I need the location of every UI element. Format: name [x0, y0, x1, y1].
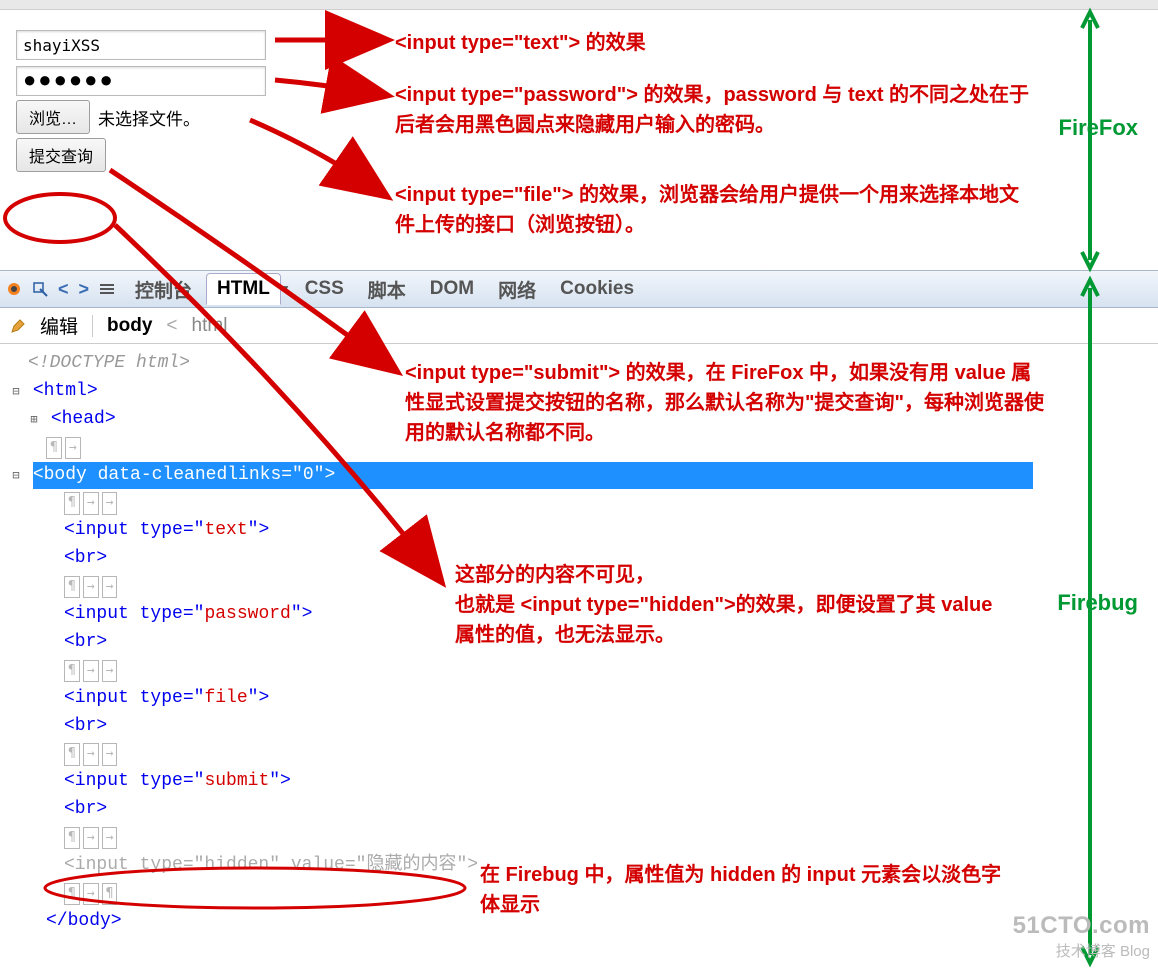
whitespace-icon: →: [83, 660, 99, 682]
edit-icon[interactable]: [10, 318, 26, 334]
label-firefox: FireFox: [1059, 115, 1138, 141]
whitespace-icon: ¶: [46, 437, 62, 459]
whitespace-icon: →: [83, 743, 99, 765]
submit-button[interactable]: 提交查询: [16, 138, 106, 172]
expander-icon[interactable]: ⊞: [28, 411, 40, 430]
tab-html[interactable]: HTML: [206, 273, 281, 305]
window-chrome: [0, 0, 1158, 10]
src-input-text[interactable]: <input type="text">: [10, 517, 1158, 545]
text-input[interactable]: [16, 30, 266, 60]
whitespace-icon: →: [102, 660, 118, 682]
whitespace-icon: →: [83, 492, 99, 514]
annotation-text-input: <input type="text"> 的效果: [395, 28, 1035, 58]
whitespace-icon: ¶: [64, 827, 80, 849]
watermark-line2: 技术博客 Blog: [1013, 940, 1150, 961]
src-input-file[interactable]: <input type="file">: [10, 685, 1158, 713]
file-status-text: 未选择文件。: [98, 105, 200, 130]
annotation-password: <input type="password"> 的效果，password 与 t…: [395, 80, 1035, 140]
whitespace-icon: ¶: [64, 492, 80, 514]
src-body-open[interactable]: ⊟ <body data-cleanedlinks="0">: [10, 462, 1158, 490]
nav-fwd-icon[interactable]: >: [79, 279, 90, 300]
firebug-subbar: 编辑 body < html: [0, 308, 1158, 344]
expander-icon[interactable]: ⊟: [10, 467, 22, 486]
whitespace-icon: →: [83, 883, 99, 905]
tab-html-dropdown-icon[interactable]: ▼: [279, 282, 291, 296]
whitespace-icon: →: [102, 743, 118, 765]
whitespace-icon: ¶: [102, 883, 118, 905]
tab-net[interactable]: 网络: [488, 272, 546, 307]
watermark-line1: 51CTO.com: [1013, 912, 1150, 940]
breadcrumb-html[interactable]: html: [192, 315, 228, 337]
src-br[interactable]: <br>: [10, 713, 1158, 741]
menu-icon[interactable]: [99, 281, 115, 297]
divider: [92, 315, 93, 337]
annotation-file: <input type="file"> 的效果，浏览器会给用户提供一个用来选择本…: [395, 180, 1035, 240]
src-br[interactable]: <br>: [10, 796, 1158, 824]
inspect-icon[interactable]: [32, 281, 48, 297]
tab-console[interactable]: 控制台: [125, 272, 202, 307]
tab-cookies[interactable]: Cookies: [550, 274, 644, 304]
breadcrumb-body[interactable]: body: [107, 315, 152, 337]
whitespace-icon: ¶: [64, 883, 80, 905]
whitespace-icon: ¶: [64, 660, 80, 682]
whitespace-icon: →: [102, 576, 118, 598]
annotation-submit: <input type="submit"> 的效果，在 FireFox 中，如果…: [405, 358, 1045, 448]
tab-dom[interactable]: DOM: [420, 274, 484, 304]
whitespace-icon: →: [83, 827, 99, 849]
firebug-tabbar: < > 控制台 HTML▼ CSS 脚本 DOM 网络 Cookies: [0, 270, 1158, 308]
tab-css[interactable]: CSS: [295, 274, 354, 304]
src-html-open[interactable]: <html>: [33, 381, 98, 401]
breadcrumb-sep: <: [166, 315, 177, 337]
edit-label[interactable]: 编辑: [40, 312, 78, 339]
watermark: 51CTO.com 技术博客 Blog: [1013, 912, 1150, 961]
whitespace-icon: ¶: [64, 576, 80, 598]
annotation-hidden: 这部分的内容不可见， 也就是 <input type="hidden">的效果，…: [455, 560, 1015, 650]
whitespace-icon: ¶: [64, 743, 80, 765]
whitespace-icon: →: [102, 827, 118, 849]
firebug-icon[interactable]: [6, 281, 22, 297]
label-firebug: Firebug: [1057, 590, 1138, 616]
whitespace-icon: →: [83, 576, 99, 598]
tab-script[interactable]: 脚本: [358, 272, 416, 307]
src-input-submit[interactable]: <input type="submit">: [10, 768, 1158, 796]
password-input[interactable]: ●●●●●●: [16, 66, 266, 96]
whitespace-icon: →: [65, 437, 81, 459]
file-browse-button[interactable]: 浏览…: [16, 100, 90, 134]
nav-back-icon[interactable]: <: [58, 279, 69, 300]
annotation-hidden-firebug: 在 Firebug 中，属性值为 hidden 的 input 元素会以淡色字体…: [480, 860, 1020, 920]
src-head[interactable]: <head>: [51, 409, 116, 429]
whitespace-icon: →: [102, 492, 118, 514]
expander-icon[interactable]: ⊟: [10, 383, 22, 402]
